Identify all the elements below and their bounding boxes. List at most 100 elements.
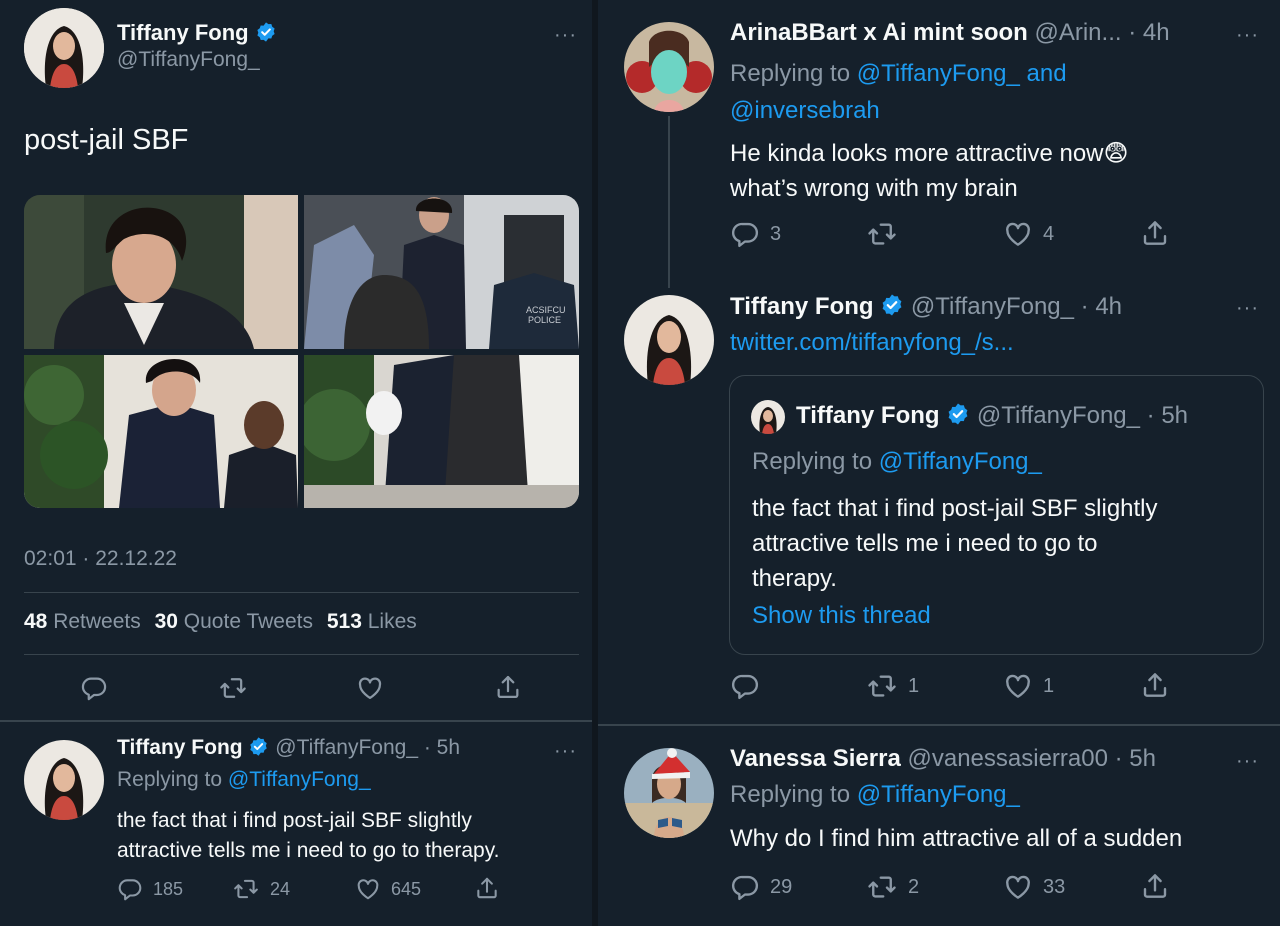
photo-1[interactable]	[24, 195, 298, 349]
replying-to-link-2[interactable]: @inversebrah	[730, 97, 880, 124]
tweet-timestamp[interactable]: 02:01 · 22.12.22	[24, 547, 177, 571]
more-options-icon[interactable]: ···	[1236, 298, 1259, 318]
like-button[interactable]	[356, 674, 384, 702]
like-label[interactable]: Likes	[368, 610, 417, 633]
author-handle[interactable]: @TiffanyFong_	[117, 48, 260, 72]
reply1-replying-to: Replying to @TiffanyFong_ and @inversebr…	[730, 60, 1067, 124]
verified-icon	[255, 21, 277, 43]
photo-2[interactable]: ACSIFCU POLICE	[304, 195, 579, 349]
author-name[interactable]: Tiffany Fong	[117, 20, 277, 46]
quoted-author-name[interactable]: Tiffany Fong	[796, 402, 940, 429]
reply1-header: ArinaBBart x Ai mint soon @Arin... · 4h	[730, 19, 1170, 47]
heart-icon	[1003, 872, 1033, 902]
retweet-button[interactable]	[866, 219, 908, 249]
retweet-count[interactable]: 48	[24, 610, 47, 633]
reply-button[interactable]: 29	[730, 872, 792, 902]
reply-button[interactable]	[730, 671, 770, 701]
share-button[interactable]	[1140, 218, 1170, 248]
quoted-handle-time[interactable]: @TiffanyFong_ · 5h	[977, 402, 1188, 429]
more-options-icon[interactable]: ···	[1236, 25, 1259, 45]
reply-icon	[117, 876, 143, 902]
like-button[interactable]: 4	[1003, 219, 1054, 249]
share-button[interactable]	[494, 673, 522, 701]
retweet-label[interactable]: Retweets	[53, 610, 141, 633]
reply-button[interactable]: 185	[117, 876, 183, 902]
verified-icon	[946, 402, 970, 426]
author-avatar[interactable]	[24, 8, 104, 88]
svg-text:POLICE: POLICE	[528, 315, 561, 325]
divider	[24, 654, 579, 655]
replying-to-link[interactable]: @TiffanyFong_	[228, 768, 371, 791]
photo-4[interactable]	[304, 355, 579, 508]
share-icon	[1140, 871, 1170, 901]
retweet-button[interactable]: 24	[232, 876, 290, 902]
reply3-header: Vanessa Sierra @vanessasierra00 · 5h	[730, 745, 1156, 773]
retweet-icon	[218, 674, 248, 702]
reply-icon	[730, 872, 760, 902]
replying-to-link[interactable]: @TiffanyFong_	[857, 781, 1020, 808]
tweet-text: post-jail SBF	[24, 124, 189, 156]
show-thread-link[interactable]: Show this thread	[752, 602, 931, 630]
share-button[interactable]	[1140, 871, 1170, 901]
like-count[interactable]: 513	[327, 610, 362, 633]
reply-author-name[interactable]: Tiffany Fong	[117, 736, 243, 759]
retweet-icon	[866, 219, 898, 249]
share-button[interactable]	[1140, 670, 1170, 700]
retweet-button[interactable]: 2	[866, 872, 919, 902]
retweet-icon	[232, 876, 260, 902]
reply1-avatar[interactable]	[624, 22, 714, 112]
quoted-header: Tiffany Fong @TiffanyFong_ · 5h	[796, 402, 1188, 430]
reply-icon	[730, 671, 760, 701]
section-divider	[598, 724, 1280, 726]
tweet-link[interactable]: twitter.com/tiffanyfong_/s...	[730, 329, 1014, 357]
heart-icon	[1003, 219, 1033, 249]
quote-count[interactable]: 30	[155, 610, 178, 633]
share-icon	[474, 875, 500, 901]
like-button[interactable]: 645	[355, 876, 421, 902]
thread-line	[668, 116, 670, 288]
replying-to-link[interactable]: @TiffanyFong_ and	[857, 60, 1067, 87]
author-name-text[interactable]: Tiffany Fong	[117, 20, 249, 45]
reply1-author-name[interactable]: ArinaBBart x Ai mint soon	[730, 19, 1028, 46]
share-icon	[1140, 218, 1170, 248]
retweet-icon	[866, 671, 898, 701]
reply-handle-time[interactable]: @TiffanyFong_ · 5h	[275, 736, 460, 759]
quoted-tweet[interactable]: Tiffany Fong @TiffanyFong_ · 5h Replying…	[729, 375, 1264, 655]
reply-header: Tiffany Fong @TiffanyFong_ · 5h	[117, 736, 460, 760]
more-options-icon[interactable]: ···	[1236, 751, 1259, 771]
photo-3[interactable]	[24, 355, 298, 508]
more-options-icon[interactable]: ···	[554, 741, 577, 761]
reply3-handle-time[interactable]: @vanessasierra00 · 5h	[907, 745, 1155, 772]
verified-icon	[248, 736, 269, 757]
reply3-avatar[interactable]	[624, 748, 714, 838]
share-button[interactable]	[474, 875, 500, 901]
reply1-text: He kinda looks more attractive now😨 what…	[730, 140, 1129, 202]
heart-icon	[355, 876, 381, 902]
divider	[24, 592, 579, 593]
share-icon	[494, 673, 522, 701]
retweet-button[interactable]: 1	[866, 671, 919, 701]
reply-button[interactable]	[80, 674, 108, 702]
verified-icon	[880, 293, 904, 317]
quoted-avatar[interactable]	[751, 400, 785, 434]
tweet-stats: 48 Retweets 30 Quote Tweets 513 Likes	[24, 610, 417, 634]
heart-icon	[1003, 671, 1033, 701]
retweet-button[interactable]	[218, 674, 248, 702]
reply-icon	[730, 219, 760, 249]
reply2-author-name[interactable]: Tiffany Fong	[730, 293, 874, 320]
quoted-replying-to: Replying to @TiffanyFong_	[752, 448, 1042, 475]
reply2-handle-time[interactable]: @TiffanyFong_ · 4h	[911, 293, 1122, 320]
quote-label[interactable]: Quote Tweets	[184, 610, 313, 633]
reply2-header: Tiffany Fong @TiffanyFong_ · 4h	[730, 293, 1122, 321]
replying-to-link[interactable]: @TiffanyFong_	[879, 448, 1042, 475]
like-button[interactable]: 1	[1003, 671, 1054, 701]
like-button[interactable]: 33	[1003, 872, 1065, 902]
heart-icon	[356, 674, 384, 702]
reply-button[interactable]: 3	[730, 219, 781, 249]
reply2-avatar[interactable]	[624, 295, 714, 385]
photo-grid[interactable]: ACSIFCU POLICE	[24, 195, 579, 508]
reply1-handle-time[interactable]: @Arin... · 4h	[1034, 19, 1169, 46]
reply-avatar[interactable]	[24, 740, 104, 820]
reply3-author-name[interactable]: Vanessa Sierra	[730, 745, 901, 772]
more-options-icon[interactable]: ···	[554, 25, 577, 45]
